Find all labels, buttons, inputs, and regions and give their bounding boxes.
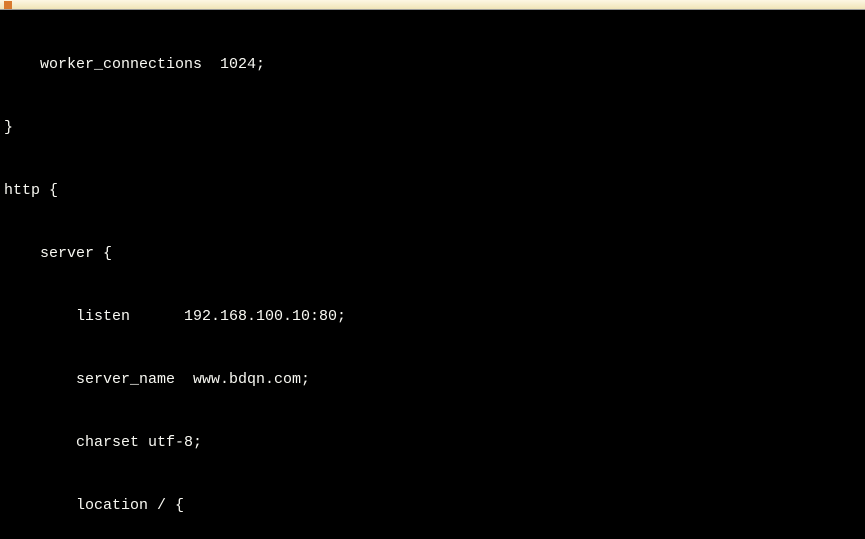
code-line: server { (4, 243, 861, 264)
code-line: worker_connections 1024; (4, 54, 861, 75)
code-line: listen 192.168.100.10:80; (4, 306, 861, 327)
terminal-viewport[interactable]: worker_connections 1024; } http { server… (0, 10, 865, 539)
code-line: } (4, 117, 861, 138)
code-line: server_name www.bdqn.com; (4, 369, 861, 390)
title-bar (0, 0, 865, 10)
code-line: location / { (4, 495, 861, 516)
code-line: charset utf-8; (4, 432, 861, 453)
code-line: http { (4, 180, 861, 201)
tab-icon (4, 1, 12, 9)
